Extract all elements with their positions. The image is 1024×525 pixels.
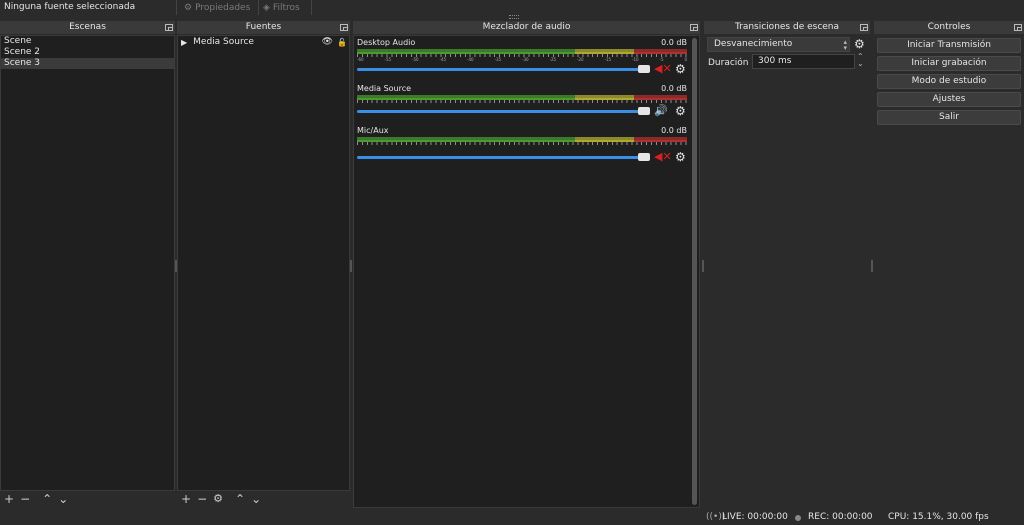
scenes-dock: Escenas Scene Scene 2 Scene 3 + − ⌃ ⌄: [0, 21, 175, 509]
volume-slider[interactable]: [357, 110, 647, 113]
lock-icon[interactable]: 🔓: [337, 38, 347, 47]
volume-meter: [357, 95, 687, 103]
float-dock-icon[interactable]: [165, 24, 173, 31]
scrollbar[interactable]: [692, 38, 697, 505]
start-streaming-button[interactable]: Iniciar Transmisión: [877, 38, 1021, 53]
mixer-body: Desktop Audio 0.0 dB -60 -55 -50 -45 -40 -35-…: [353, 35, 700, 508]
transition-select[interactable]: Desvanecimiento ▴ ▾: [707, 37, 850, 52]
filter-icon: ◈: [263, 2, 270, 13]
sources-toolbar: + − ⚙ ⌃ ⌄: [177, 491, 350, 507]
audio-mixer-dock: Mezclador de audio Desktop Audio 0.0 dB …: [353, 21, 700, 509]
settings-button[interactable]: Ajustes: [877, 92, 1021, 107]
scene-item-selected[interactable]: Scene 3: [1, 58, 174, 69]
add-icon[interactable]: +: [4, 493, 14, 505]
splitter-handle[interactable]: [871, 260, 873, 272]
source-item[interactable]: ▶ Media Source 👁 🔓: [178, 36, 349, 48]
transitions-title-text: Transiciones de escena: [734, 22, 840, 32]
eye-icon[interactable]: 👁: [322, 37, 333, 47]
channel-db: 0.0 dB: [661, 84, 687, 93]
transitions-dock: Transiciones de escena Desvanecimiento ▴…: [704, 21, 870, 509]
channel-db: 0.0 dB: [661, 38, 687, 47]
volume-slider-handle[interactable]: [638, 153, 650, 161]
properties-button[interactable]: ⚙ Propiedades: [184, 0, 250, 15]
gear-icon[interactable]: ⚙: [675, 151, 686, 163]
mixer-title: Mezclador de audio: [353, 21, 700, 34]
duration-input[interactable]: 300 ms: [752, 54, 855, 69]
controls-title-text: Controles: [927, 22, 971, 32]
volume-meter: [357, 137, 687, 145]
channel-db: 0.0 dB: [661, 126, 687, 135]
volume-slider[interactable]: [357, 68, 647, 71]
splitter-handle[interactable]: [350, 260, 352, 272]
filters-button[interactable]: ◈ Filtros: [263, 0, 300, 15]
start-recording-button[interactable]: Iniciar grabación: [877, 56, 1021, 71]
cpu-fps-readout: CPU: 15.1%, 30.00 fps: [888, 512, 989, 522]
context-bar: Ninguna fuente seleccionada ⚙ Propiedade…: [0, 0, 1024, 16]
float-dock-icon[interactable]: [690, 24, 698, 31]
live-timer: LIVE: 00:00:00: [722, 512, 788, 522]
scenes-title-text: Escenas: [69, 22, 106, 32]
float-dock-icon[interactable]: [860, 24, 868, 31]
dock-grip-handle[interactable]: [509, 15, 519, 19]
muted-speaker-icon[interactable]: ◀✕: [654, 63, 672, 75]
scenes-list: Scene Scene 2 Scene 3: [0, 35, 175, 491]
mixer-title-text: Mezclador de audio: [482, 22, 571, 32]
gear-icon[interactable]: ⚙: [854, 38, 865, 50]
controls-dock: Controles Iniciar Transmisión Iniciar gr…: [874, 21, 1024, 509]
rec-timer: REC: 00:00:00: [808, 512, 873, 522]
updown-arrows-icon: ▴ ▾: [843, 38, 847, 52]
move-down-icon[interactable]: ⌄: [58, 493, 68, 505]
selected-source-status: Ninguna fuente seleccionada: [4, 2, 136, 12]
record-dot-icon: [795, 515, 801, 521]
scene-item[interactable]: Scene 2: [1, 47, 174, 58]
move-up-icon[interactable]: ⌃: [42, 493, 52, 505]
gear-icon[interactable]: ⚙: [675, 105, 686, 117]
float-dock-icon[interactable]: [1014, 24, 1022, 31]
channel-name: Mic/Aux: [357, 126, 389, 135]
meter-scale: -60 -55 -50 -45 -40 -35 -30 -25 -20 -15 -10 -5 0: [357, 57, 687, 62]
divider: [176, 0, 177, 15]
scenes-title: Escenas: [0, 21, 175, 34]
source-name: Media Source: [193, 37, 254, 47]
speaker-icon[interactable]: 🔊: [654, 105, 672, 117]
move-up-icon[interactable]: ⌃: [235, 493, 245, 505]
channel-name: Desktop Audio: [357, 38, 416, 47]
controls-title: Controles: [874, 21, 1024, 34]
float-dock-icon[interactable]: [340, 24, 348, 31]
sources-title-text: Fuentes: [245, 22, 282, 32]
divider: [258, 0, 259, 15]
filters-label: Filtros: [272, 2, 300, 13]
transitions-title: Transiciones de escena: [704, 21, 870, 34]
sources-list: ▶ Media Source 👁 🔓: [177, 35, 350, 491]
remove-icon[interactable]: −: [197, 493, 207, 505]
volume-meter: [357, 49, 687, 57]
scene-item[interactable]: Scene: [1, 36, 174, 47]
mixer-channel: Media Source 0.0 dB 🔊 ⚙: [357, 84, 687, 124]
volume-slider-handle[interactable]: [638, 65, 650, 73]
duration-label: Duración: [708, 58, 749, 68]
scenes-toolbar: + − ⌃ ⌄: [0, 491, 175, 507]
exit-button[interactable]: Salir: [877, 110, 1021, 125]
properties-label: Propiedades: [195, 2, 251, 13]
muted-speaker-icon[interactable]: ◀✕: [654, 151, 672, 163]
duration-spinner-icon[interactable]: ⌃ ⌄: [857, 53, 864, 68]
remove-icon[interactable]: −: [20, 493, 30, 505]
gear-icon[interactable]: ⚙: [213, 493, 223, 505]
volume-slider-handle[interactable]: [638, 107, 650, 115]
move-down-icon[interactable]: ⌄: [251, 493, 261, 505]
divider: [311, 0, 312, 15]
channel-name: Media Source: [357, 84, 412, 93]
mixer-channel: Desktop Audio 0.0 dB -60 -55 -50 -45 -40 -35-…: [357, 38, 687, 78]
sources-dock: Fuentes ▶ Media Source 👁 🔓 + − ⚙ ⌃ ⌄: [177, 21, 350, 509]
transition-selected-value: Desvanecimiento: [714, 39, 793, 49]
add-icon[interactable]: +: [181, 493, 191, 505]
gear-icon: ⚙: [184, 2, 193, 13]
sources-title: Fuentes: [177, 21, 350, 34]
status-bar: ((•)) LIVE: 00:00:00 REC: 00:00:00 CPU: …: [0, 509, 1024, 525]
play-icon[interactable]: ▶: [181, 38, 187, 47]
mixer-channel: Mic/Aux 0.0 dB ◀✕ ⚙: [357, 126, 687, 166]
gear-icon[interactable]: ⚙: [675, 63, 686, 75]
volume-slider[interactable]: [357, 156, 647, 159]
studio-mode-button[interactable]: Modo de estudio: [877, 74, 1021, 89]
